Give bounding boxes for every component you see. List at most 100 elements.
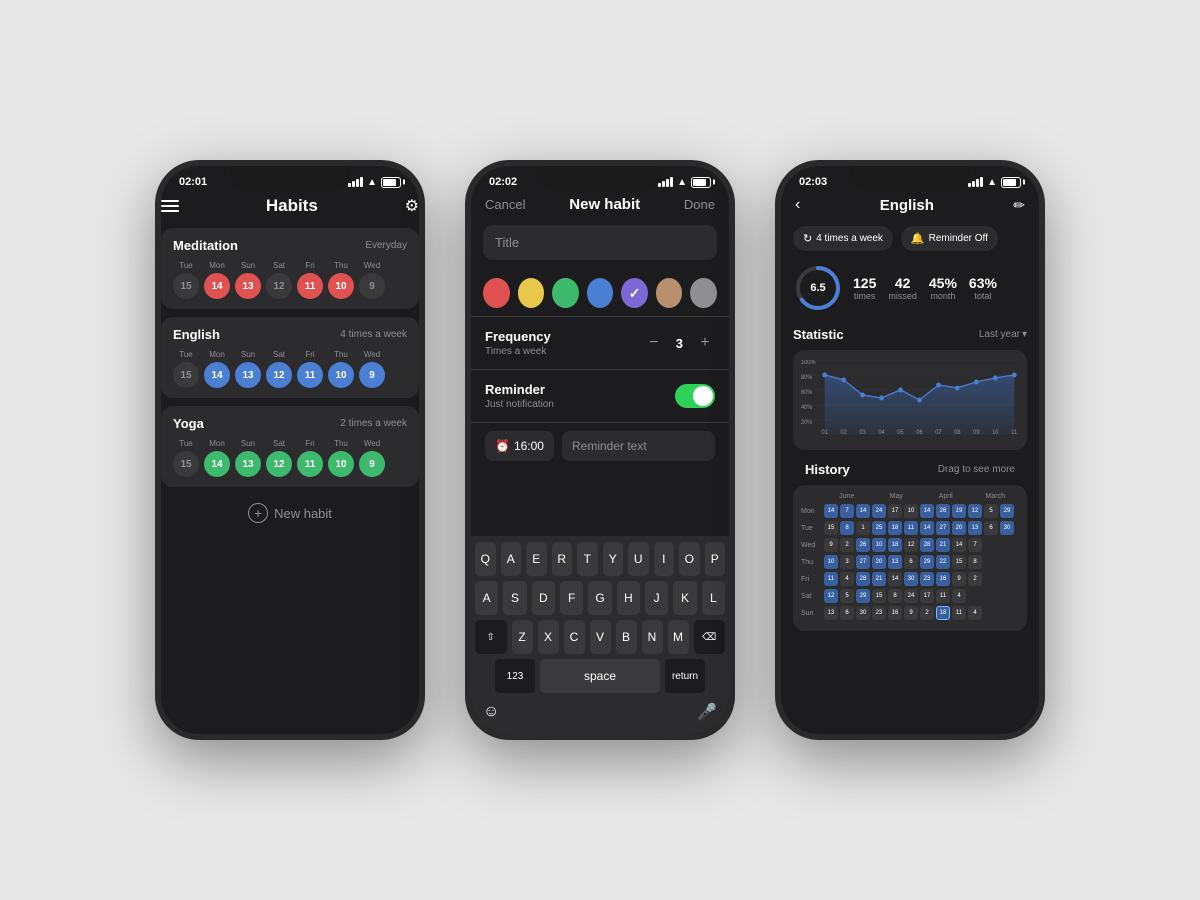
title-input-field[interactable]: Title: [483, 225, 717, 260]
period-selector[interactable]: Last year ▾: [979, 329, 1027, 340]
time-badge[interactable]: ⏰ 16:00: [485, 431, 554, 461]
reminder-text-input[interactable]: Reminder text: [562, 431, 715, 461]
month-june: June: [823, 493, 871, 500]
habit-days-yoga: Tue15 Mon14 Sun13 Sat12 Fri11 Thu10 Wed9: [173, 439, 407, 477]
keyboard-row-4: 123 space return: [475, 659, 725, 693]
keyboard-row-3: ⇧ Z X C V B N M ⌫: [475, 620, 725, 654]
frequency-decrease[interactable]: −: [644, 333, 664, 353]
status-time-2: 02:02: [489, 176, 517, 188]
progress-value: 6.5: [810, 282, 825, 294]
key-u[interactable]: U: [628, 542, 649, 576]
habit-card-meditation[interactable]: Meditation Everyday Tue15 Mon14 Sun13 Sa…: [161, 228, 419, 309]
color-gray[interactable]: [690, 278, 717, 308]
habit-name-english: English: [173, 327, 220, 342]
frequency-badge: ↻ 4 times a week: [793, 226, 893, 251]
color-blue[interactable]: [587, 278, 614, 308]
signal-icon-3: [968, 177, 983, 187]
cal-row-mon: Mon 147 1424 1710 1426 1912 529: [801, 504, 1019, 518]
key-h[interactable]: H: [617, 581, 640, 615]
stat-missed-label: missed: [888, 291, 917, 301]
key-c[interactable]: C: [564, 620, 585, 654]
stat-total-label: total: [974, 291, 991, 301]
status-time-3: 02:03: [799, 176, 827, 188]
new-habit-button[interactable]: + New habit: [161, 503, 419, 523]
emoji-icon[interactable]: ☺: [483, 703, 499, 721]
menu-icon[interactable]: [161, 200, 179, 212]
back-button[interactable]: ‹: [795, 196, 800, 214]
key-x[interactable]: X: [538, 620, 559, 654]
month-april: April: [922, 493, 970, 500]
color-red[interactable]: [483, 278, 510, 308]
key-j[interactable]: J: [645, 581, 668, 615]
shift-key[interactable]: ⇧: [475, 620, 507, 654]
cal-label-tue: Tue: [801, 525, 821, 532]
key-o[interactable]: O: [679, 542, 700, 576]
status-bar-3: 02:03 ▲: [781, 166, 1039, 190]
edit-icon[interactable]: ✏: [1013, 197, 1025, 214]
numbers-key[interactable]: 123: [495, 659, 535, 693]
key-s[interactable]: S: [503, 581, 526, 615]
reminder-text-placeholder: Reminder text: [572, 439, 647, 453]
key-v[interactable]: V: [590, 620, 611, 654]
habit-name-yoga: Yoga: [173, 416, 204, 431]
space-key[interactable]: space: [540, 659, 660, 693]
key-z[interactable]: Z: [512, 620, 533, 654]
return-key[interactable]: return: [665, 659, 705, 693]
frequency-increase[interactable]: +: [695, 333, 715, 353]
key-t[interactable]: T: [577, 542, 598, 576]
svg-text:06: 06: [916, 430, 922, 435]
frequency-label: Frequency: [485, 329, 551, 344]
status-icons-2: ▲: [658, 177, 711, 188]
key-q[interactable]: Q: [475, 542, 496, 576]
key-p[interactable]: P: [705, 542, 726, 576]
color-purple[interactable]: [621, 278, 648, 308]
month-march: March: [972, 493, 1020, 500]
page-title: Habits: [266, 196, 318, 216]
time-value: 16:00: [514, 439, 544, 453]
key-b[interactable]: B: [616, 620, 637, 654]
battery-icon: [381, 177, 401, 188]
cal-label-fri: Fri: [801, 576, 821, 583]
reminder-toggle[interactable]: [675, 384, 715, 408]
color-brown[interactable]: [656, 278, 683, 308]
cal-label-wed: Wed: [801, 542, 821, 549]
color-yellow[interactable]: [518, 278, 545, 308]
gear-icon[interactable]: ⚙: [405, 196, 419, 216]
key-e[interactable]: E: [526, 542, 547, 576]
svg-text:04: 04: [878, 430, 885, 435]
status-bar-2: 02:02 ▲: [471, 166, 729, 190]
key-d[interactable]: D: [532, 581, 555, 615]
key-y[interactable]: Y: [603, 542, 624, 576]
habit-days-english: Tue15 Mon14 Sun13 Sat12 Fri11 Thu10 Wed9: [173, 350, 407, 388]
key-a[interactable]: A: [501, 542, 522, 576]
key-g[interactable]: G: [588, 581, 611, 615]
signal-icon-2: [658, 177, 673, 187]
key-a2[interactable]: A: [475, 581, 498, 615]
bell-icon: 🔔: [911, 232, 925, 245]
key-r[interactable]: R: [552, 542, 573, 576]
svg-text:11: 11: [1011, 430, 1017, 435]
color-green[interactable]: [552, 278, 579, 308]
done-button[interactable]: Done: [684, 197, 715, 212]
key-l[interactable]: L: [702, 581, 725, 615]
key-f[interactable]: F: [560, 581, 583, 615]
status-time-1: 02:01: [179, 176, 207, 188]
statistic-header: Statistic Last year ▾: [781, 327, 1039, 350]
cal-label-sun: Sun: [801, 610, 821, 617]
backspace-key[interactable]: ⌫: [694, 620, 726, 654]
key-k[interactable]: K: [673, 581, 696, 615]
stat-total: 63%: [969, 275, 997, 291]
key-i[interactable]: I: [654, 542, 675, 576]
habit-card-yoga[interactable]: Yoga 2 times a week Tue15 Mon14 Sun13 Sa…: [161, 406, 419, 487]
reminder-badge: 🔔 Reminder Off: [901, 226, 998, 251]
detail-header: ‹ English ✏: [781, 190, 1039, 226]
svg-text:03: 03: [859, 430, 865, 435]
svg-text:80%: 80%: [801, 375, 812, 381]
key-m[interactable]: M: [668, 620, 689, 654]
reminder-setting: Reminder Just notification: [471, 369, 729, 422]
habit-card-english[interactable]: English 4 times a week Tue15 Mon14 Sun13…: [161, 317, 419, 398]
phone-2: 02:02 ▲ Cancel New habit Done Title: [465, 160, 735, 740]
key-n[interactable]: N: [642, 620, 663, 654]
cancel-button[interactable]: Cancel: [485, 197, 525, 212]
mic-icon[interactable]: 🎤: [697, 702, 717, 722]
